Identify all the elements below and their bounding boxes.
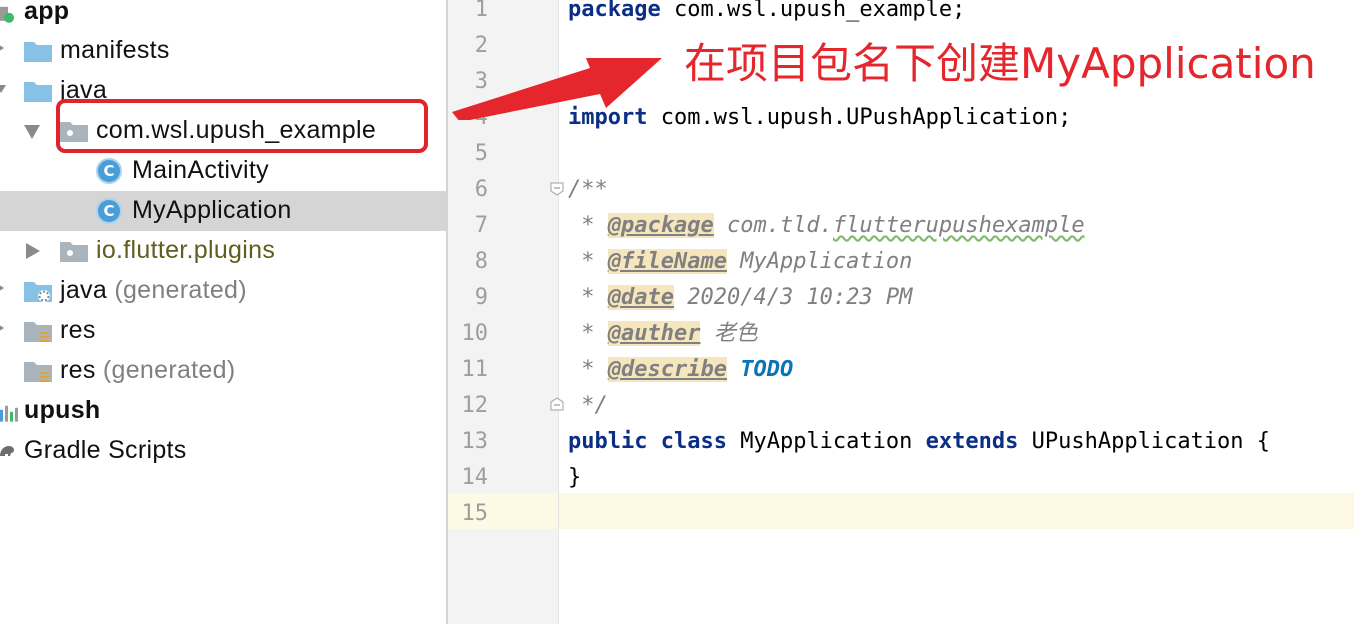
annotation-text: 在项目包名下创建MyApplication [684, 39, 1316, 88]
tree-item-res-generated[interactable]: res (generated) [0, 351, 446, 391]
tree-item-mainactivity[interactable]: C MainActivity [0, 151, 446, 191]
expand-arrow-icon[interactable] [26, 243, 40, 259]
code-line: package com.wsl.upush_example; [568, 0, 966, 22]
tree-item-label: app [24, 0, 70, 25]
package-icon [60, 240, 88, 262]
current-line-highlight [448, 493, 1354, 529]
line-number: 5 [474, 141, 488, 166]
line-number: 13 [461, 429, 489, 454]
tree-item-label: upush [24, 395, 101, 424]
tree-item-label: Gradle Scripts [24, 435, 187, 464]
code-line: * @fileName MyApplication [568, 249, 913, 274]
resource-folder-icon [24, 360, 52, 382]
tree-item-myapplication[interactable]: C MyApplication [0, 191, 446, 231]
tree-item-manifests[interactable]: manifests [0, 31, 446, 71]
code-line: */ [568, 393, 608, 418]
tree-item-java-generated[interactable]: java (generated) [0, 271, 446, 311]
tree-item-package-plugins[interactable]: io.flutter.plugins [0, 231, 446, 271]
tree-item-label: res [60, 315, 96, 344]
tree-item-upush[interactable]: upush [0, 391, 446, 431]
tree-item-label: java (generated) [60, 275, 247, 304]
android-module-icon [0, 5, 14, 23]
line-number: 9 [474, 285, 488, 310]
line-number: 7 [474, 213, 488, 238]
fold-marker-icon[interactable] [550, 182, 564, 196]
code-line: * @date 2020/4/3 10:23 PM [568, 285, 913, 310]
resource-folder-icon [24, 320, 52, 342]
source-folder-icon [24, 80, 52, 102]
expand-arrow-icon[interactable] [0, 283, 4, 293]
library-module-icon [0, 404, 18, 422]
class-icon: C [96, 158, 122, 184]
fold-marker-icon[interactable] [550, 397, 564, 411]
project-tree-panel: app manifests java com.wsl.upush_example… [0, 0, 446, 624]
folder-icon [24, 40, 52, 62]
code-line: } [568, 465, 582, 490]
line-number: 11 [461, 357, 489, 382]
highlight-rectangle [56, 99, 428, 153]
code-line: /** [568, 177, 608, 202]
tree-item-label: MainActivity [132, 155, 269, 184]
tree-item-label: res (generated) [60, 355, 236, 384]
tree-item-label: MyApplication [132, 195, 292, 224]
line-number: 15 [461, 501, 489, 526]
tree-item-app[interactable]: app [0, 0, 446, 32]
line-number: 14 [461, 465, 489, 490]
class-icon: C [96, 198, 122, 224]
code-line: * @package com.tld.flutterupushexample [568, 213, 1085, 238]
line-number: 12 [461, 393, 489, 418]
tree-item-suffix: (generated) [102, 355, 236, 384]
generated-source-folder-icon [24, 280, 52, 302]
collapse-arrow-icon[interactable] [24, 125, 40, 139]
code-line: * @auther 老色 [568, 321, 758, 346]
tree-item-label: io.flutter.plugins [96, 235, 276, 264]
collapse-arrow-icon[interactable] [0, 85, 6, 93]
tree-item-suffix: (generated) [114, 275, 247, 304]
expand-arrow-icon[interactable] [0, 323, 4, 333]
line-number: 8 [474, 249, 488, 274]
code-line: * @describe TODO [568, 357, 794, 382]
red-arrow-icon [452, 58, 662, 120]
tree-item-label: manifests [60, 35, 170, 64]
line-number: 10 [461, 321, 489, 346]
code-line: public class MyApplication extends UPush… [568, 429, 1271, 454]
tree-item-res[interactable]: res [0, 311, 446, 351]
expand-arrow-icon[interactable] [0, 43, 4, 53]
tree-item-gradle-scripts[interactable]: Gradle Scripts [0, 431, 446, 471]
line-number: 6 [474, 177, 488, 202]
gradle-icon [0, 442, 16, 460]
line-number: 1 [474, 0, 488, 22]
